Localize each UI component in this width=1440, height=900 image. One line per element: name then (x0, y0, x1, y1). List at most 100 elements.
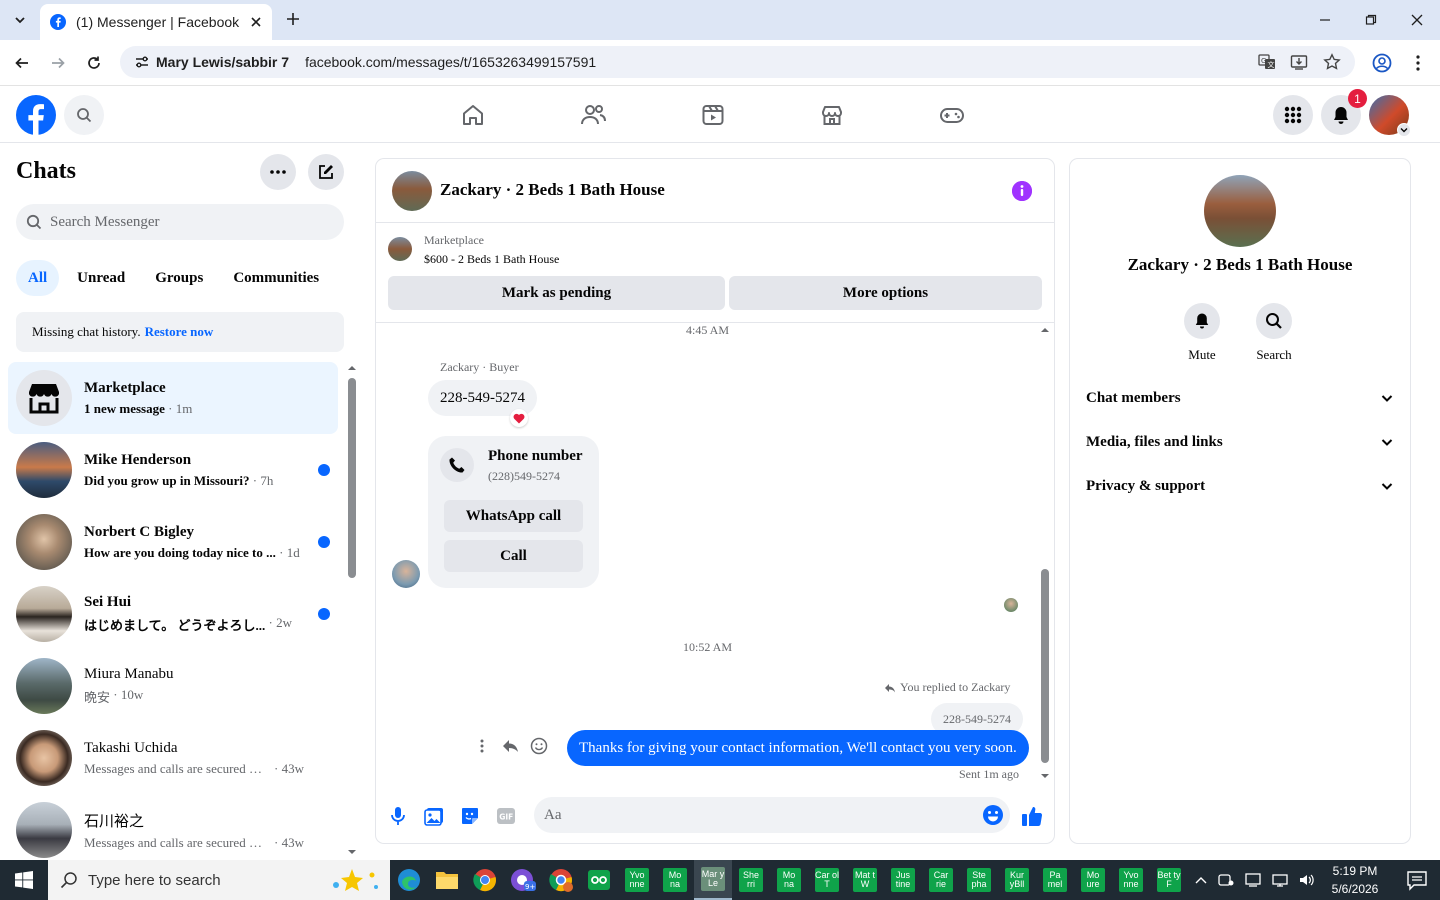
chat-item-marketplace[interactable]: Marketplace 1 new message · 1m (8, 362, 338, 434)
listing-thumbnail[interactable] (388, 237, 412, 261)
network-icon[interactable] (1271, 868, 1289, 892)
attach-media-button[interactable] (422, 804, 446, 828)
restore-now-link[interactable]: Restore now (145, 324, 214, 340)
like-button[interactable] (1020, 804, 1044, 828)
account-chevron[interactable] (1397, 123, 1411, 137)
section-chat-members[interactable]: Chat members (1086, 378, 1394, 418)
mute-button[interactable] (1184, 303, 1220, 339)
meet-now-icon[interactable] (1217, 868, 1235, 892)
taskbar-file-explorer[interactable] (428, 860, 466, 900)
section-media-files-links[interactable]: Media, files and links (1086, 422, 1394, 462)
taskbar-tile-10[interactable]: Kur yBll (998, 860, 1036, 900)
taskbar-tile-14[interactable]: Bet ty F (1150, 860, 1188, 900)
section-privacy-support[interactable]: Privacy & support (1086, 466, 1394, 506)
taskbar-tile-2[interactable]: Mar y Le (694, 860, 732, 900)
new-tab-button[interactable] (282, 8, 304, 30)
whatsapp-call-button[interactable]: WhatsApp call (444, 500, 583, 532)
chat-list-scrollbar[interactable] (346, 362, 358, 858)
browser-menu-button[interactable] (1406, 51, 1430, 75)
reload-button[interactable] (82, 51, 106, 75)
chat-item-mike-henderson[interactable]: Mike Henderson Did you grow up in Missou… (8, 434, 338, 506)
mark-as-pending-button[interactable]: Mark as pending (388, 276, 725, 310)
start-button[interactable] (0, 860, 48, 900)
emoji-icon[interactable] (982, 804, 1004, 826)
install-app-button[interactable] (1287, 50, 1311, 74)
site-info-chip[interactable]: Mary Lewis/sabbir 7 (128, 49, 295, 75)
back-button[interactable] (10, 51, 34, 75)
conversation-scrollbar[interactable] (1038, 323, 1052, 783)
filter-communities[interactable]: Communities (221, 260, 331, 296)
call-button[interactable]: Call (444, 540, 583, 572)
taskbar-search[interactable]: Type here to search (48, 860, 390, 900)
translate-button[interactable]: G文 (1255, 50, 1279, 74)
search-in-conversation-button[interactable] (1256, 303, 1292, 339)
taskbar-tile-12[interactable]: Mo ure (1074, 860, 1112, 900)
taskbar-tile-5[interactable]: Car ol T (808, 860, 846, 900)
nav-home[interactable] (445, 93, 501, 137)
account-avatar[interactable] (1369, 95, 1411, 137)
voice-clip-button[interactable] (386, 804, 410, 828)
filter-groups[interactable]: Groups (143, 260, 215, 296)
reply-icon[interactable] (502, 739, 520, 753)
taskbar-chrome[interactable] (466, 860, 504, 900)
nav-marketplace[interactable] (804, 93, 860, 137)
address-bar[interactable]: Mary Lewis/sabbir 7 facebook.com/message… (120, 46, 1355, 78)
nav-friends[interactable] (565, 93, 621, 137)
taskbar-app-loop[interactable] (580, 860, 618, 900)
taskbar-tile-4[interactable]: Mo na (770, 860, 808, 900)
chat-item-miura-manabu[interactable]: Miura Manabu 晩安 · 10w (8, 650, 338, 722)
listing-title[interactable]: $600 - 2 Beds 1 Bath House (424, 252, 559, 267)
messenger-search-input[interactable]: Search Messenger (16, 204, 344, 240)
taskbar-tile-3[interactable]: She rri (732, 860, 770, 900)
message-input[interactable]: Aa (534, 797, 1010, 833)
taskbar-edge[interactable] (390, 860, 428, 900)
nav-gaming[interactable] (924, 93, 980, 137)
chevron-up-icon[interactable] (1194, 868, 1208, 892)
more-options-button[interactable]: More options (729, 276, 1042, 310)
new-message-button[interactable] (308, 154, 344, 190)
react-emoji-icon[interactable] (530, 737, 548, 755)
details-avatar[interactable] (1204, 175, 1276, 247)
taskbar-chrome-profile[interactable] (542, 860, 580, 900)
taskbar-tile-6[interactable]: Mat t W (846, 860, 884, 900)
close-tab-icon[interactable] (250, 16, 262, 28)
chat-item-takashi-uchida[interactable]: Takashi Uchida Messages and calls are se… (8, 722, 338, 794)
restore-button[interactable] (1359, 8, 1383, 32)
facebook-search-button[interactable] (64, 95, 104, 135)
outgoing-message[interactable]: Thanks for giving your contact informati… (567, 730, 1029, 766)
chat-item-sei-hui[interactable]: Sei Hui はじめまして。 どうぞよろし... · 2w (8, 578, 338, 650)
notifications-button[interactable]: 1 (1321, 89, 1367, 135)
sender-avatar[interactable] (392, 560, 420, 588)
chats-options-button[interactable] (260, 154, 296, 190)
mute-action[interactable]: Mute (1172, 303, 1232, 363)
forward-button[interactable] (46, 51, 70, 75)
chat-item-norbert-c-bigley[interactable]: Norbert C Bigley How are you doing today… (8, 506, 338, 578)
taskbar-tile-7[interactable]: Jus tine (884, 860, 922, 900)
taskbar-tile-13[interactable]: Yvo nne (1112, 860, 1150, 900)
heart-reaction[interactable] (510, 409, 528, 427)
action-center-button[interactable] (1406, 868, 1428, 892)
conversation-avatar[interactable] (392, 171, 432, 211)
tab-list-button[interactable] (8, 8, 32, 32)
device-icon[interactable] (1244, 868, 1262, 892)
taskbar-tile-9[interactable]: Ste pha (960, 860, 998, 900)
taskbar-app-purple[interactable]: 9+ (504, 860, 542, 900)
taskbar-tile-8[interactable]: Car rie (922, 860, 960, 900)
search-action[interactable]: Search (1244, 303, 1304, 363)
sticker-button[interactable] (458, 804, 482, 828)
conversation-title[interactable]: Zackary · 2 Beds 1 Bath House (440, 180, 665, 200)
volume-icon[interactable] (1298, 868, 1316, 892)
more-vertical-icon[interactable] (480, 739, 484, 753)
facebook-logo[interactable] (16, 95, 56, 135)
chat-item-ishikawa[interactable]: 石川裕之 Messages and calls are secured with… (8, 794, 338, 858)
conversation-info-button[interactable] (1012, 181, 1032, 201)
system-clock[interactable]: 5:19 PM 5/6/2026 (1320, 862, 1390, 898)
gif-button[interactable]: GIF (494, 804, 518, 828)
close-window-button[interactable] (1405, 8, 1429, 32)
minimize-button[interactable] (1313, 8, 1337, 32)
scrollbar-thumb[interactable] (1041, 569, 1049, 763)
scrollbar-thumb[interactable] (348, 378, 356, 578)
bookmark-button[interactable] (1320, 50, 1344, 74)
taskbar-tile-11[interactable]: Pa mel (1036, 860, 1074, 900)
browser-tab[interactable]: (1) Messenger | Facebook (40, 4, 272, 40)
